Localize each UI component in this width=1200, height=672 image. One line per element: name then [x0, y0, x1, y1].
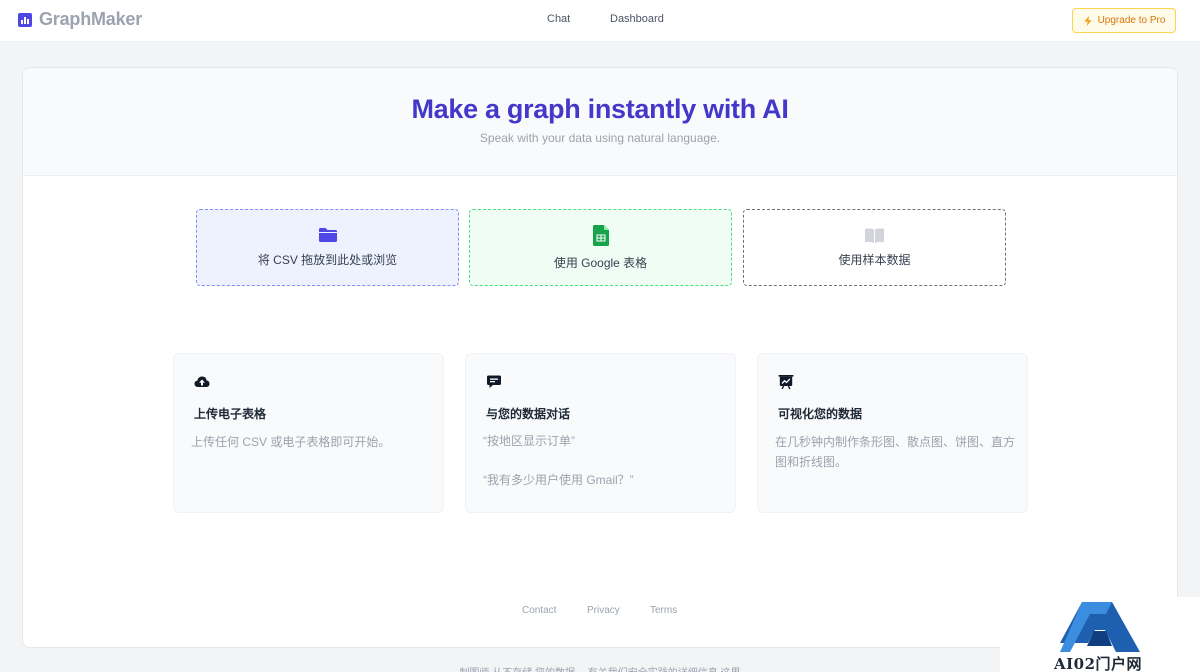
feature-card-chat: 与您的数据对话 “按地区显示订单” “我有多少用户使用 Gmail？”	[465, 353, 736, 513]
csv-dropzone-label: 将 CSV 拖放到此处或浏览	[257, 253, 398, 267]
top-header: GraphMaker Chat Dashboard Upgrade to Pro	[0, 0, 1200, 42]
page-subtitle: Speak with your data using natural langu…	[479, 131, 721, 145]
privacy-link[interactable]: Privacy	[587, 605, 620, 616]
feature-title: 上传电子表格	[194, 407, 267, 421]
brand-name: GraphMaker	[39, 9, 143, 29]
feature-description: 在几秒钟内制作条形图、散点图、饼图、直方图和折线图。	[775, 435, 1016, 469]
contact-link[interactable]: Contact	[522, 605, 556, 616]
example-query: “按地区显示订单”	[483, 434, 575, 448]
example-query: “我有多少用户使用 Gmail？”	[483, 473, 634, 487]
presentation-chart-icon	[778, 375, 794, 390]
book-icon	[865, 227, 884, 243]
csv-dropzone[interactable]: 将 CSV 拖放到此处或浏览	[196, 209, 459, 286]
page-title: Make a graph instantly with AI	[411, 94, 789, 124]
upgrade-button[interactable]: Upgrade to Pro	[1072, 8, 1176, 33]
brand-logo[interactable]: GraphMaker	[18, 9, 142, 30]
hero-section: Make a graph instantly with AI Speak wit…	[23, 68, 1177, 176]
chat-bubble-icon	[487, 375, 501, 388]
feature-title: 可视化您的数据	[778, 407, 863, 421]
google-sheets-option[interactable]: 使用 Google 表格	[469, 209, 732, 286]
bar-chart-icon	[18, 12, 32, 27]
nav-chat[interactable]: Chat	[547, 13, 570, 25]
folder-icon	[318, 228, 337, 242]
watermark: AI02门户网	[1000, 597, 1200, 672]
sample-data-option[interactable]: 使用样本数据	[743, 209, 1006, 286]
feature-card-upload: 上传电子表格 上传任何 CSV 或电子表格即可开始。	[173, 353, 444, 513]
sample-data-label: 使用样本数据	[838, 252, 911, 267]
watermark-text: AI02门户网	[1054, 655, 1143, 672]
watermark-logo-icon	[1060, 602, 1140, 652]
upgrade-label: Upgrade to Pro	[1097, 15, 1166, 26]
feature-card-visualize: 可视化您的数据 在几秒钟内制作条形图、散点图、饼图、直方图和折线图。	[757, 353, 1028, 513]
main-card: Make a graph instantly with AI Speak wit…	[22, 67, 1178, 648]
feature-title: 与您的数据对话	[486, 407, 571, 421]
google-sheets-label: 使用 Google 表格	[553, 255, 648, 270]
google-sheets-icon	[592, 224, 609, 246]
feature-description: 上传任何 CSV 或电子表格即可开始。	[191, 435, 391, 449]
lightning-icon	[1084, 15, 1092, 26]
cloud-upload-icon	[194, 376, 210, 387]
nav-dashboard[interactable]: Dashboard	[610, 13, 664, 25]
terms-link[interactable]: Terms	[650, 605, 677, 616]
